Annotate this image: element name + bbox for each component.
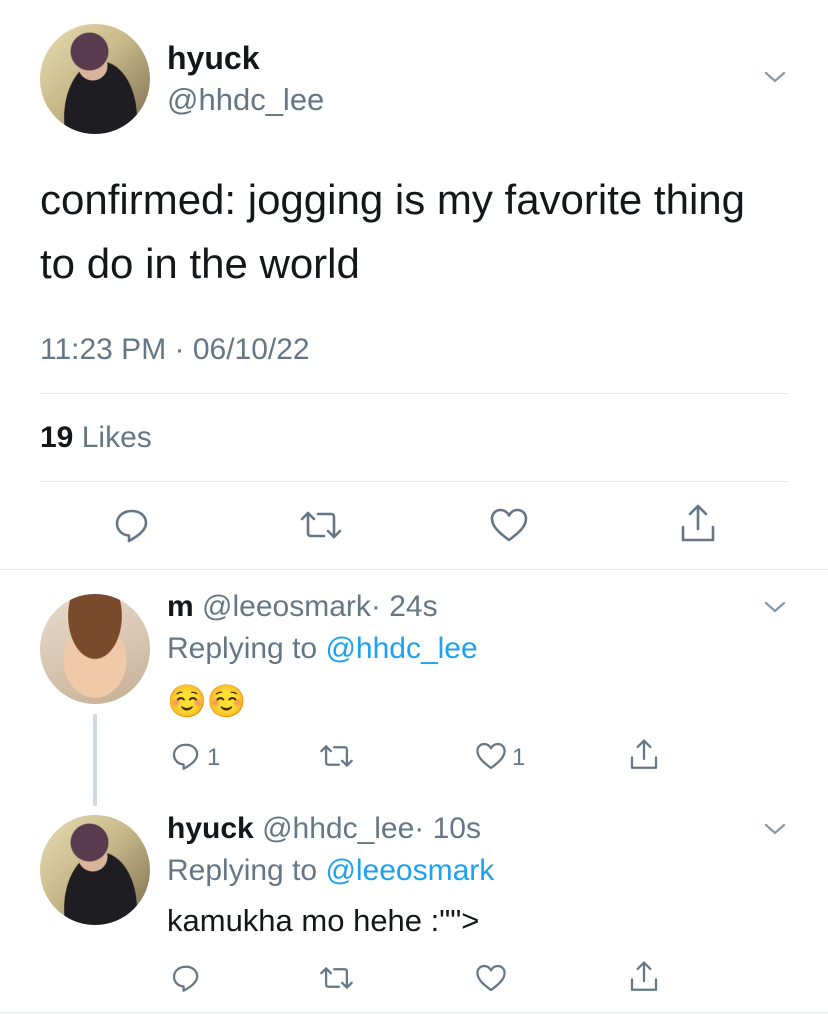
divider — [0, 1012, 828, 1013]
avatar[interactable] — [40, 815, 150, 925]
tweet-text-line: confirmed: jogging is my favorite thing — [40, 176, 745, 223]
divider — [40, 393, 788, 394]
reply-count: 1 — [207, 744, 221, 771]
author-name[interactable]: hyuck — [167, 40, 259, 77]
retweet-icon[interactable] — [298, 505, 344, 545]
retweet-icon[interactable] — [318, 962, 355, 994]
likes-label: Likes — [81, 421, 152, 454]
share-icon[interactable] — [628, 960, 660, 994]
reply-icon[interactable] — [170, 740, 202, 772]
reply-author-handle[interactable]: @hhdc_lee — [262, 812, 414, 845]
replying-to: Replying to @hhdc_lee — [167, 632, 478, 666]
divider — [0, 569, 828, 570]
reply-icon[interactable] — [112, 505, 152, 545]
reply-author-name[interactable]: hyuck — [167, 812, 254, 845]
avatar[interactable] — [40, 24, 150, 134]
replying-prefix: Replying to — [167, 632, 318, 665]
tweet-text-line: to do in the world — [40, 240, 360, 287]
retweet-icon[interactable] — [318, 740, 355, 772]
chevron-down-icon[interactable] — [764, 818, 786, 840]
mention-link[interactable]: @hhdc_lee — [325, 632, 477, 665]
reply-icon[interactable] — [170, 962, 202, 994]
like-icon[interactable] — [474, 962, 508, 994]
replying-to: Replying to @leeosmark — [167, 854, 494, 888]
reply-author-name[interactable]: m — [167, 590, 194, 623]
likes-stat[interactable]: 19 Likes — [40, 421, 152, 455]
author-handle[interactable]: @hhdc_lee — [167, 82, 324, 118]
reply-time: · 10s — [414, 812, 481, 845]
reply-text: ☺️☺️ — [167, 683, 247, 719]
reply-time: · 24s — [370, 590, 438, 623]
reply-author-handle[interactable]: @leeosmark — [202, 590, 371, 623]
chevron-down-icon[interactable] — [764, 66, 786, 88]
replying-prefix: Replying to — [167, 854, 318, 887]
reply-text: kamukha mo hehe :""> — [167, 903, 480, 938]
divider — [40, 481, 788, 482]
mention-link[interactable]: @leeosmark — [325, 854, 494, 887]
like-icon[interactable] — [474, 740, 508, 772]
like-icon[interactable] — [488, 505, 530, 545]
reply-header: hyuck @hhdc_lee· 10s — [167, 812, 481, 846]
reply-header: m @leeosmark· 24s — [167, 590, 438, 624]
likes-count: 19 — [40, 421, 74, 454]
share-icon[interactable] — [628, 738, 660, 772]
thread-connector — [93, 714, 97, 806]
like-count: 1 — [512, 744, 526, 771]
share-icon[interactable] — [678, 503, 718, 545]
chevron-down-icon[interactable] — [764, 596, 786, 618]
tweet-timestamp[interactable]: 11:23 PM · 06/10/22 — [40, 333, 310, 367]
tweet-text: confirmed: jogging is my favorite thing … — [40, 168, 800, 296]
avatar[interactable] — [40, 594, 150, 704]
